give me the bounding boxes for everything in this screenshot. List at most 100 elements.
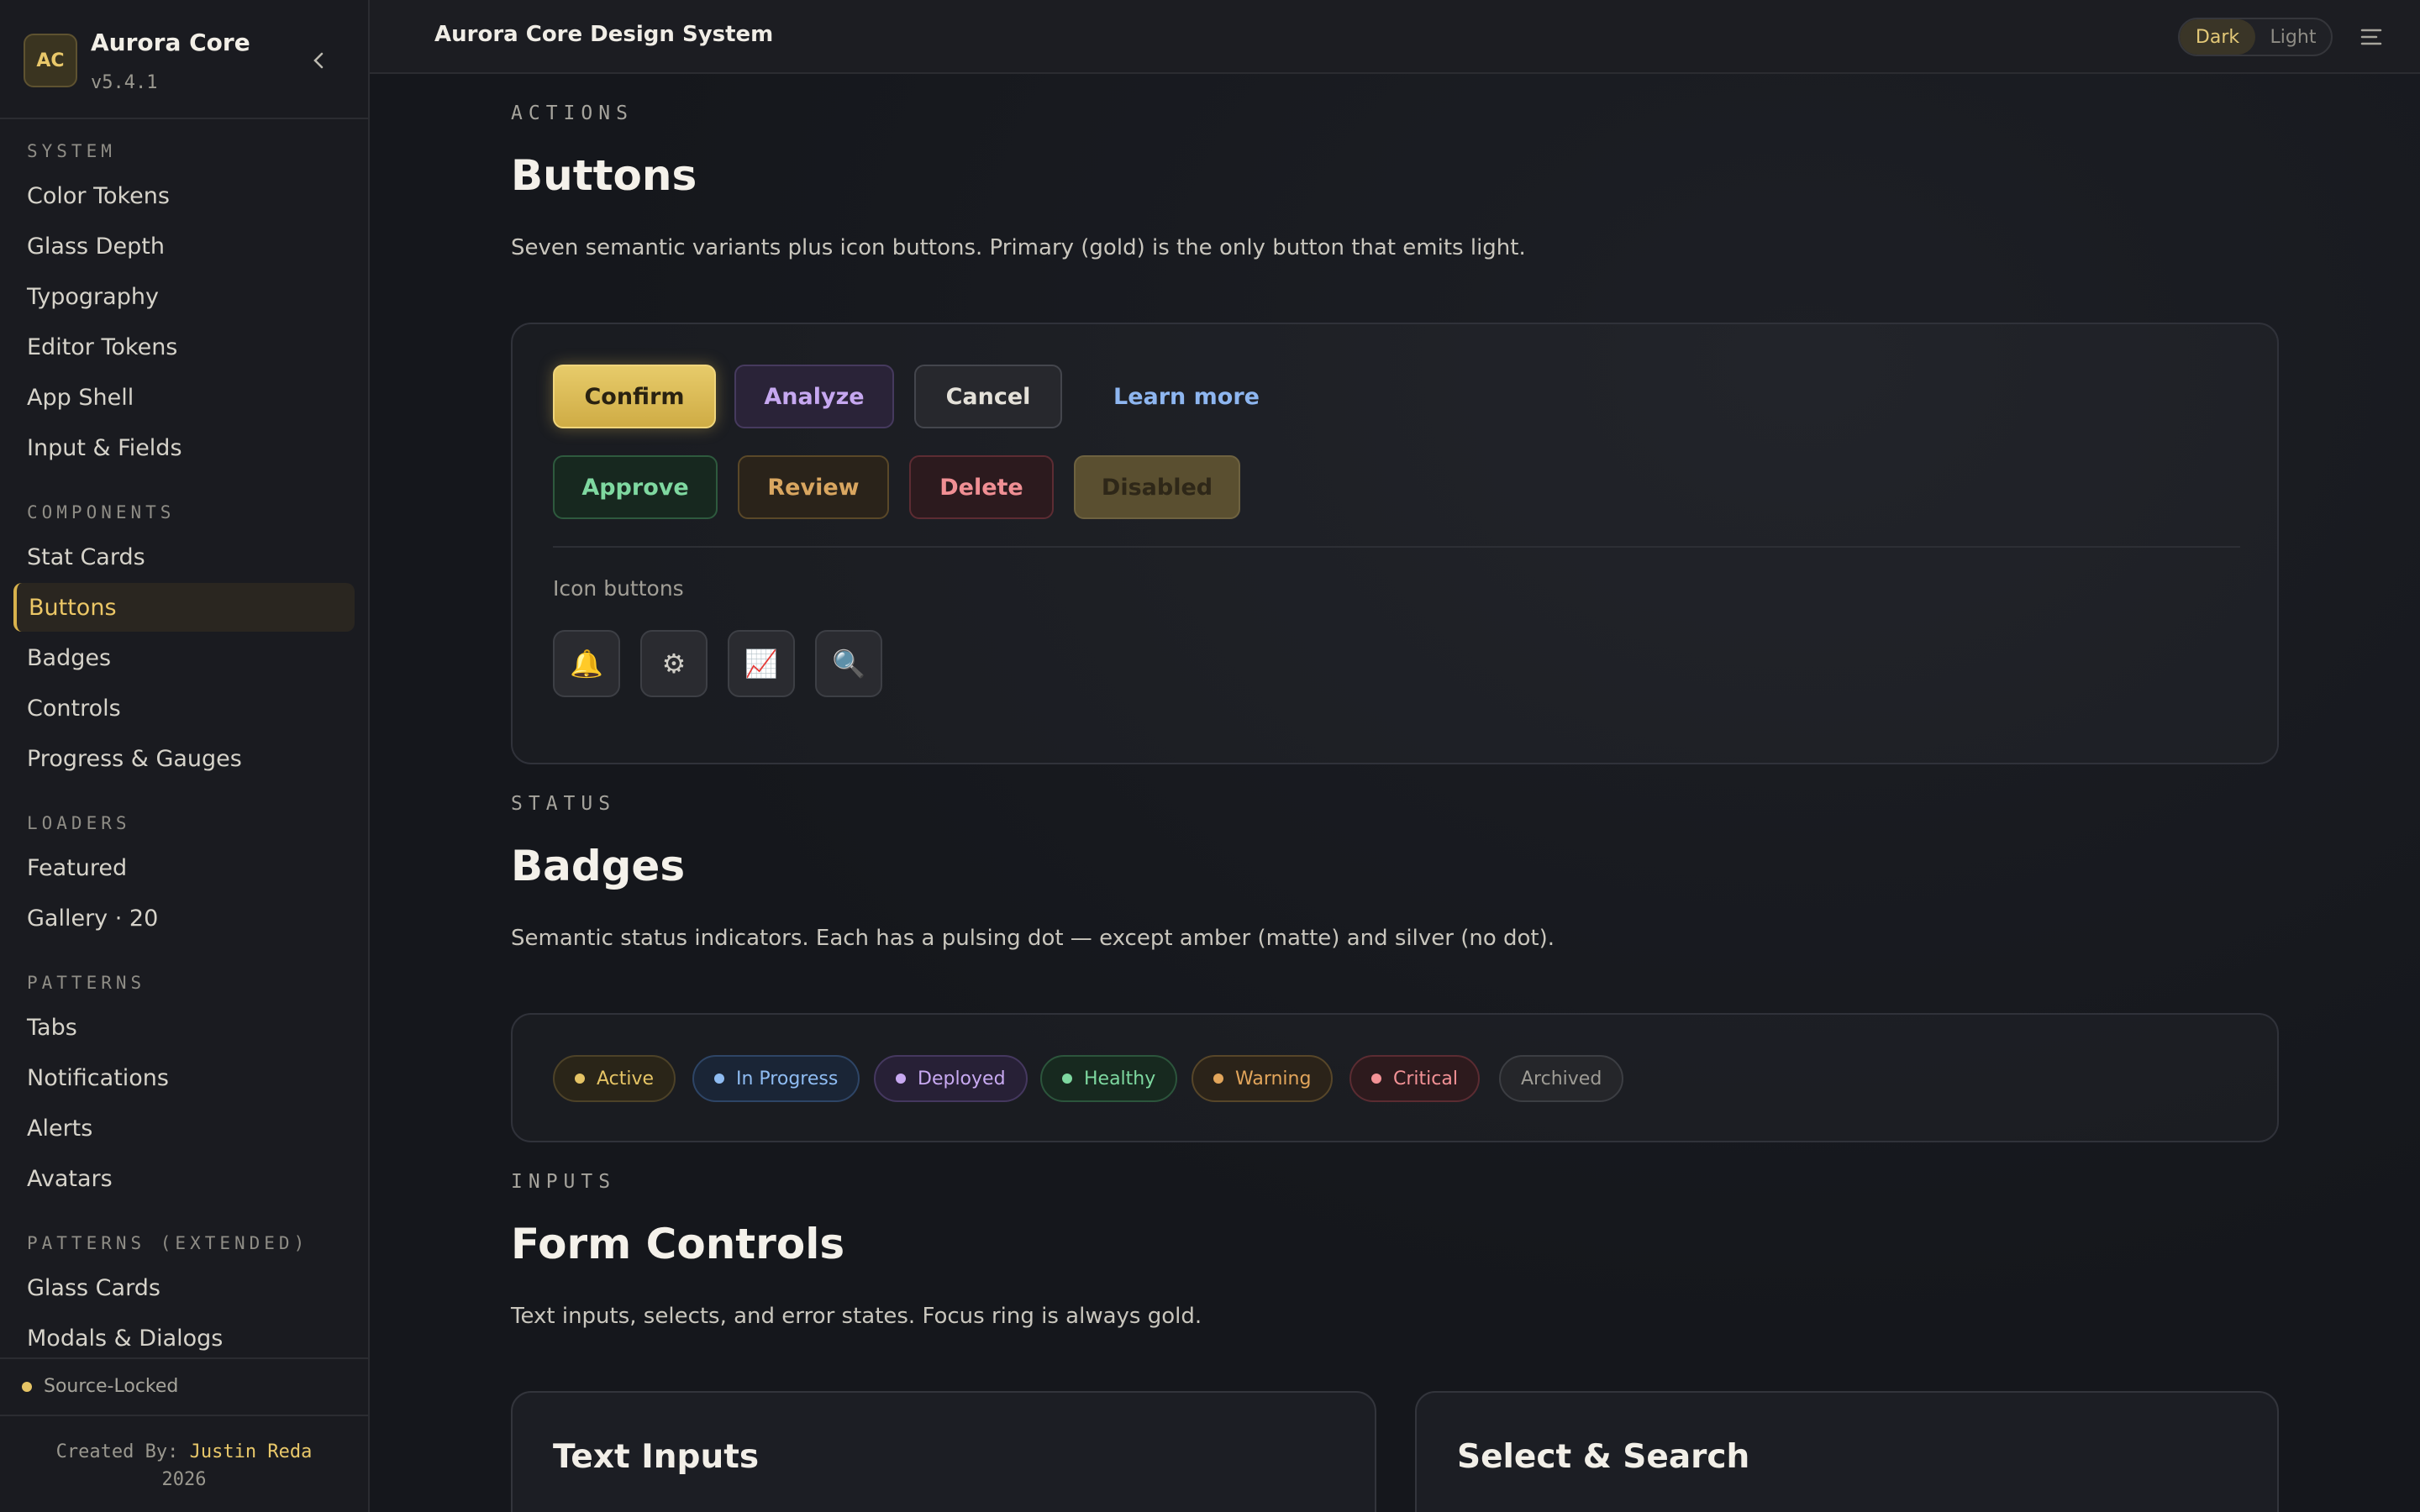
cancel-button[interactable]: Cancel (914, 365, 1062, 428)
status-badge-deployed: Deployed (874, 1055, 1028, 1102)
text-inputs-title: Text Inputs (553, 1438, 760, 1476)
credit: Created By: Justin Reda 2026 (0, 1438, 368, 1494)
brand-logo: AC (24, 34, 77, 87)
sidebar-item-controls[interactable]: Controls (13, 684, 355, 732)
footer-divider (0, 1415, 368, 1416)
section-eyebrow-inputs: INPUTS (511, 1171, 617, 1193)
section-title-badges: Badges (511, 842, 686, 890)
sidebar-item-tabs[interactable]: Tabs (13, 1003, 355, 1052)
sidebar-item-color-tokens[interactable]: Color Tokens (13, 171, 355, 220)
sidebar-item-editor-tokens[interactable]: Editor Tokens (13, 323, 355, 371)
nav-section-loaders: LOADERS (27, 813, 131, 833)
sidebar-item-featured[interactable]: Featured (13, 843, 355, 892)
settings-button[interactable]: ⚙ (640, 630, 708, 697)
nav-section-system: SYSTEM (27, 141, 116, 161)
credit-year: 2026 (161, 1469, 207, 1490)
badge-dot (896, 1074, 906, 1084)
section-description-form-controls: Text inputs, selects, and error states. … (511, 1304, 1202, 1329)
source-status-label: Source-Locked (44, 1376, 179, 1397)
section-title-form-controls: Form Controls (511, 1220, 845, 1268)
brand-version: v5.4.1 (91, 72, 158, 93)
disabled-button: Disabled (1074, 455, 1240, 519)
chevron-left-icon (313, 52, 324, 69)
confirm-button[interactable]: Confirm (553, 365, 716, 428)
status-dot (22, 1381, 32, 1392)
text-inputs-card: Text Inputs (511, 1391, 1376, 1512)
brand-name: Aurora Core (91, 29, 250, 56)
credit-prefix: Created By: (55, 1441, 179, 1462)
sidebar-item-input-fields[interactable]: Input & Fields (13, 423, 355, 472)
select-search-card: Select & Search (1415, 1391, 2279, 1512)
buttons-panel: Confirm Analyze Cancel Learn more Approv… (511, 323, 2279, 764)
status-badge-critical: Critical (1349, 1055, 1480, 1102)
delete-button[interactable]: Delete (909, 455, 1054, 519)
credit-author[interactable]: Justin Reda (190, 1441, 313, 1462)
menu-button[interactable] (2354, 20, 2388, 54)
section-description-badges: Semantic status indicators. Each has a p… (511, 926, 1555, 951)
search-icon: 🔍 (832, 648, 865, 680)
main-content: ACTIONS Buttons Seven semantic variants … (370, 74, 2420, 1512)
badge-dot (575, 1074, 585, 1084)
badge-label: Warning (1235, 1068, 1312, 1089)
sidebar-item-glass-depth[interactable]: Glass Depth (13, 222, 355, 270)
search-button[interactable]: 🔍 (815, 630, 882, 697)
badge-label: Archived (1521, 1068, 1602, 1089)
learn-more-link[interactable]: Learn more (1094, 365, 1279, 428)
badge-label: Critical (1393, 1068, 1458, 1089)
badge-dot (1062, 1074, 1072, 1084)
badge-label: Deployed (918, 1068, 1006, 1089)
sidebar: AC Aurora Core v5.4.1 SYSTEM Color Token… (0, 0, 370, 1512)
badge-label: Active (597, 1068, 655, 1089)
source-status: Source-Locked (22, 1376, 178, 1397)
sidebar-item-stat-cards[interactable]: Stat Cards (13, 533, 355, 581)
sidebar-item-glass-cards[interactable]: Glass Cards (13, 1263, 355, 1312)
badge-dot (714, 1074, 724, 1084)
menu-icon (2360, 29, 2382, 45)
sidebar-item-app-shell[interactable]: App Shell (13, 373, 355, 422)
theme-toggle: Dark Light (2178, 18, 2333, 56)
select-search-title: Select & Search (1457, 1438, 1750, 1476)
page-title: Aurora Core Design System (434, 22, 774, 47)
badge-label: Healthy (1084, 1068, 1156, 1089)
chart-button[interactable]: 📈 (728, 630, 795, 697)
section-description-buttons: Seven semantic variants plus icon button… (511, 235, 1526, 260)
status-badge-in-progress: In Progress (692, 1055, 860, 1102)
section-title-buttons: Buttons (511, 151, 697, 200)
sidebar-item-typography[interactable]: Typography (13, 272, 355, 321)
icon-buttons-label: Icon buttons (553, 576, 684, 601)
sidebar-item-alerts[interactable]: Alerts (13, 1104, 355, 1152)
sidebar-item-progress-gauges[interactable]: Progress & Gauges (13, 734, 355, 783)
analyze-button[interactable]: Analyze (734, 365, 894, 428)
bell-icon: 🔔 (570, 648, 603, 680)
brand-header: AC Aurora Core v5.4.1 (0, 0, 368, 119)
nav-section-patterns: PATTERNS (27, 973, 146, 993)
sidebar-item-gallery[interactable]: Gallery · 20 (13, 894, 355, 942)
topbar: Aurora Core Design System Dark Light (370, 0, 2420, 74)
badge-dot (1371, 1074, 1381, 1084)
status-badge-warning: Warning (1192, 1055, 1334, 1102)
sidebar-item-buttons[interactable]: Buttons (13, 583, 355, 632)
nav-section-components: COMPONENTS (27, 502, 176, 522)
approve-button[interactable]: Approve (553, 455, 718, 519)
sidebar-item-badges[interactable]: Badges (13, 633, 355, 682)
badge-label: In Progress (736, 1068, 839, 1089)
section-eyebrow-actions: ACTIONS (511, 102, 634, 124)
sidebar-item-avatars[interactable]: Avatars (13, 1154, 355, 1203)
sidebar-item-modals-dialogs[interactable]: Modals & Dialogs (13, 1314, 355, 1362)
sidebar-item-notifications[interactable]: Notifications (13, 1053, 355, 1102)
status-badge-archived: Archived (1499, 1055, 1624, 1102)
badges-panel: Active In Progress Deployed Healthy Warn… (511, 1013, 2279, 1142)
theme-light-option[interactable]: Light (2255, 19, 2331, 55)
buttons-divider (553, 546, 2240, 548)
gear-icon: ⚙ (661, 648, 687, 680)
sidebar-footer: Source-Locked Created By: Justin Reda 20… (0, 1357, 368, 1512)
chart-icon: 📈 (744, 648, 778, 680)
review-button[interactable]: Review (738, 455, 889, 519)
bell-button[interactable]: 🔔 (553, 630, 620, 697)
collapse-sidebar-button[interactable] (304, 45, 334, 76)
badge-dot (1213, 1074, 1223, 1084)
section-eyebrow-status: STATUS (511, 793, 617, 815)
nav-section-patterns-extended: PATTERNS (EXTENDED) (27, 1233, 309, 1253)
theme-dark-option[interactable]: Dark (2180, 19, 2255, 55)
status-badge-active: Active (553, 1055, 676, 1102)
